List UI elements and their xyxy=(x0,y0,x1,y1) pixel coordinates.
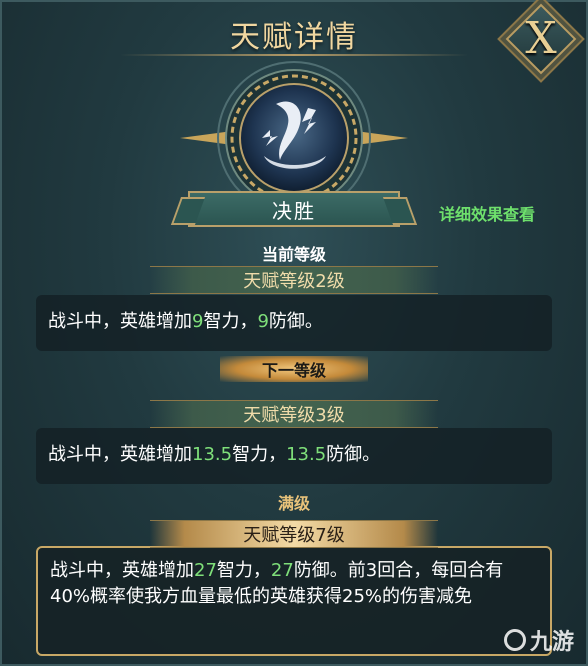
watermark-text: 九游 xyxy=(529,630,574,655)
desc-text: 智力， xyxy=(203,311,258,332)
skill-name: 决胜 xyxy=(272,198,316,223)
desc-text: 防御。 xyxy=(326,444,381,465)
desc-text: 智力， xyxy=(216,560,271,581)
next-level-description: 战斗中，英雄增加13.5智力，13.5防御。 xyxy=(36,428,552,484)
current-level-label: 当前等级 xyxy=(261,245,326,264)
skill-name-plate: 决胜 xyxy=(188,191,400,227)
defense-value: 27 xyxy=(270,560,294,581)
defense-value: 13.5 xyxy=(286,444,327,465)
max-level-label: 满级 xyxy=(277,494,310,513)
current-level-description: 战斗中，英雄增加9智力，9防御。 xyxy=(36,295,552,351)
title-divider xyxy=(120,54,468,56)
next-level-tag: 天赋等级3级 xyxy=(243,405,345,426)
watermark-logo-icon xyxy=(503,629,526,651)
detail-effect-link[interactable]: 详细效果查看 xyxy=(439,201,535,225)
next-level-label: 下一等级 xyxy=(261,361,326,380)
max-level-description: 战斗中，英雄增加27智力，27防御。前3回合，每回合有40%概率使我方血量最低的… xyxy=(36,546,552,656)
max-level-tag: 天赋等级7级 xyxy=(243,525,345,546)
intelligence-value: 9 xyxy=(192,311,204,332)
next-level-banner: 下一等级 xyxy=(220,356,368,382)
desc-text: 战斗中，英雄增加 xyxy=(48,444,192,465)
desc-text: 防御。 xyxy=(268,311,323,332)
desc-text: 战斗中，英雄增加 xyxy=(48,311,192,332)
close-button[interactable]: X xyxy=(505,3,577,75)
intelligence-value: 13.5 xyxy=(192,444,233,465)
intelligence-value: 27 xyxy=(194,560,217,581)
watermark: 九游 xyxy=(503,624,574,656)
window-title: 天赋详情 xyxy=(230,20,358,55)
desc-text: 战斗中，英雄增加 xyxy=(50,560,194,581)
close-icon: X xyxy=(525,13,557,64)
desc-text: 智力， xyxy=(232,444,287,465)
defense-value: 9 xyxy=(257,311,269,332)
current-level-tag: 天赋等级2级 xyxy=(243,271,345,292)
